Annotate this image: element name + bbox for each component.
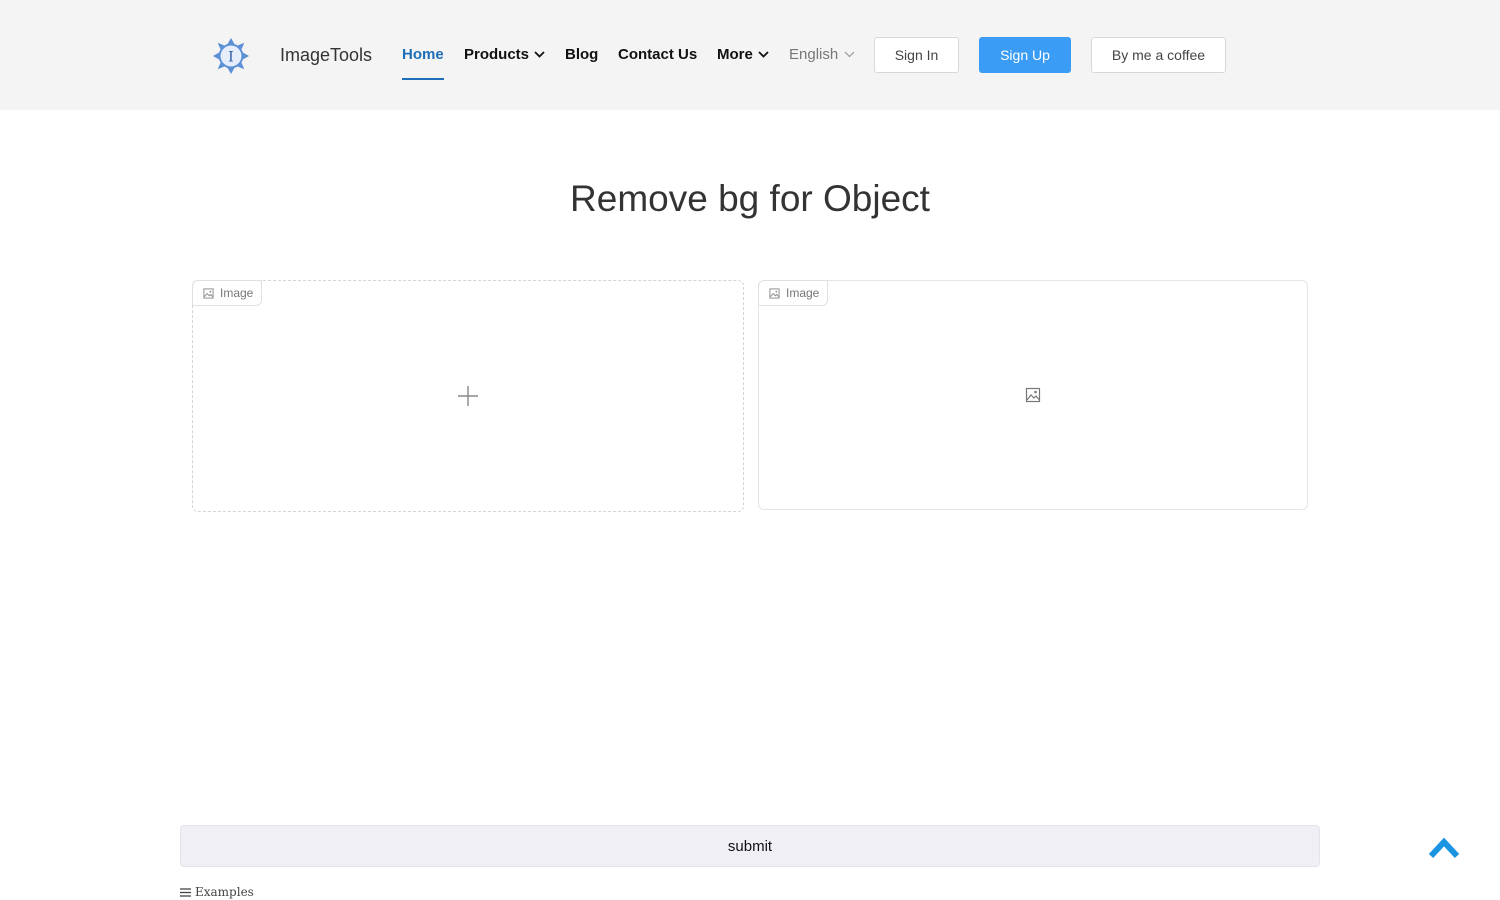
scroll-to-top-icon[interactable]	[1428, 834, 1460, 860]
nav-products[interactable]: Products	[464, 46, 545, 63]
examples-toggle[interactable]: Examples	[180, 885, 254, 899]
nav-more[interactable]: More	[717, 46, 769, 63]
buy-coffee-button[interactable]: By me a coffee	[1091, 37, 1226, 73]
input-image-label: Image	[220, 286, 254, 300]
menu-lines-icon	[180, 887, 191, 897]
chevron-down-icon	[844, 51, 855, 58]
input-image-tag: Image	[192, 280, 263, 306]
language-label: English	[789, 46, 839, 63]
page-title: Remove bg for Object	[570, 178, 930, 219]
active-underline	[402, 78, 444, 80]
image-placeholder-icon	[1025, 387, 1041, 403]
nav-contact-label: Contact Us	[618, 46, 698, 63]
image-output-panel: Image	[758, 280, 1308, 510]
brand-name[interactable]: ImageTools	[280, 45, 372, 66]
nav-products-label: Products	[464, 46, 530, 63]
chevron-down-icon	[758, 51, 769, 58]
chevron-down-icon	[534, 51, 545, 58]
sign-in-button[interactable]: Sign In	[874, 37, 959, 73]
nav-blog-label: Blog	[565, 46, 599, 63]
image-upload-dropzone[interactable]: Image	[192, 280, 744, 512]
nav-home[interactable]: Home	[402, 46, 444, 80]
examples-label: Examples	[195, 885, 254, 899]
nav-blog[interactable]: Blog	[565, 46, 598, 63]
output-image-label: Image	[786, 286, 820, 300]
svg-text:I: I	[228, 50, 234, 66]
output-image-tag: Image	[758, 280, 829, 306]
sign-up-button[interactable]: Sign Up	[979, 37, 1071, 73]
plus-icon	[458, 386, 478, 406]
nav-contact-us[interactable]: Contact Us	[618, 46, 697, 63]
nav-home-label: Home	[402, 46, 444, 63]
snowflake-logo-icon[interactable]: I	[212, 36, 250, 76]
top-navbar: I ImageTools Home Products Blog Contact …	[0, 0, 1500, 110]
submit-button[interactable]: submit	[180, 825, 1320, 867]
image-icon	[203, 287, 214, 299]
image-icon	[769, 287, 780, 299]
language-select[interactable]: English	[789, 46, 855, 63]
nav-more-label: More	[717, 46, 753, 63]
